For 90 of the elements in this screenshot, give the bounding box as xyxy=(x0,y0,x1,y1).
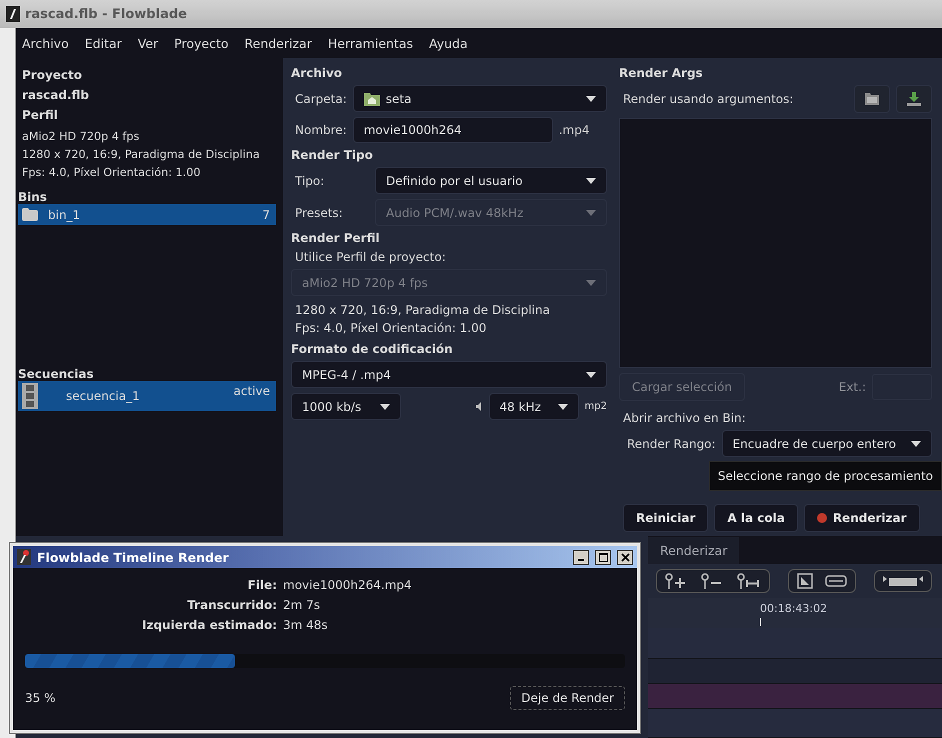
profile-info: 1280 x 720, 16:9, Paradigma de Disciplina xyxy=(22,147,261,163)
info-label: Izquierda estimado: xyxy=(141,617,277,634)
maximize-button[interactable] xyxy=(595,550,611,564)
sequence-item[interactable]: secuencia_1 active xyxy=(18,381,276,411)
folder-icon xyxy=(22,208,38,221)
action-button[interactable]: Renderizar xyxy=(804,504,920,532)
menu-item[interactable]: Ayuda xyxy=(429,36,468,50)
app-icon xyxy=(6,6,20,22)
home-folder-icon xyxy=(364,92,380,106)
menu-item[interactable]: Editar xyxy=(84,36,122,50)
app-icon xyxy=(17,549,31,565)
field-label: Render Rango: xyxy=(626,436,716,450)
caret-icon xyxy=(558,404,568,410)
section-heading: Perfil xyxy=(21,108,59,122)
info-label: Transcurrido: xyxy=(186,597,277,614)
profile-info: Fps: 4.0, Píxel Orientación: 1.00 xyxy=(22,165,202,181)
window-title: rascad.flb - Flowblade xyxy=(25,6,187,22)
caret-icon xyxy=(586,178,596,184)
trim-button-group[interactable] xyxy=(874,570,932,592)
menu-item[interactable]: Herramientas xyxy=(328,36,414,50)
progress-percent: 35 % xyxy=(25,691,56,705)
minimize-icon xyxy=(578,559,584,561)
action-button[interactable]: Reiniciar xyxy=(623,504,708,532)
section-heading: Formato de codificación xyxy=(291,342,454,356)
maximize-icon xyxy=(598,552,608,562)
menu-item[interactable]: Proyecto xyxy=(174,36,229,50)
field-label: Ext.: xyxy=(838,380,866,394)
section-heading: Proyecto xyxy=(21,68,84,82)
bitrate-dropdown[interactable]: 1000 kb/s xyxy=(291,393,401,420)
section-heading: Archivo xyxy=(291,66,344,80)
field-label: Abrir archivo en Bin: xyxy=(622,411,747,425)
range-dropdown[interactable]: Encuadre de cuerpo entero xyxy=(722,430,932,457)
type-dropdown[interactable]: Definido por el usuario xyxy=(375,167,607,194)
file-name-field[interactable]: movie1000h264 xyxy=(352,117,553,143)
field-label: Tipo: xyxy=(294,174,326,188)
speaker-icon xyxy=(476,402,483,411)
panel-tab[interactable]: Renderizar xyxy=(648,537,740,564)
field-label: Render usando argumentos: xyxy=(622,92,794,106)
info-value: 3m 48s xyxy=(283,617,329,634)
close-button[interactable] xyxy=(617,550,633,564)
audio-codec: mp2 xyxy=(584,401,607,412)
audio-rate-dropdown[interactable]: 48 kHz xyxy=(488,393,579,420)
triangle-square-icon xyxy=(797,573,813,589)
folder-button[interactable] xyxy=(854,85,890,113)
marker-range-icon xyxy=(737,573,761,589)
menu-item[interactable]: Archivo xyxy=(22,36,69,50)
caret-icon xyxy=(586,96,596,102)
file-extension: .mp4 xyxy=(558,123,590,137)
profile-info: Fps: 4.0, Píxel Orientación: 1.00 xyxy=(295,320,488,337)
menu-item[interactable]: Renderizar xyxy=(244,36,312,50)
section-heading: Render Perfil xyxy=(291,231,381,245)
folder-dropdown[interactable]: seta xyxy=(352,85,607,112)
section-heading: Render Tipo xyxy=(291,148,374,162)
info-label: File: xyxy=(246,577,277,594)
field-label: Carpeta: xyxy=(294,92,347,106)
save-button[interactable] xyxy=(896,85,932,113)
film-icon xyxy=(22,383,38,409)
stop-render-button[interactable]: Deje de Render xyxy=(510,686,625,710)
action-button[interactable]: A la cola xyxy=(714,504,798,532)
folder-icon xyxy=(865,93,879,105)
section-heading: Secuencias xyxy=(17,367,95,381)
caret-icon xyxy=(586,372,596,378)
info-value: movie1000h264.mp4 xyxy=(283,577,413,594)
section-heading: Bins xyxy=(17,190,48,204)
tooltip: Seleccione rango de procesamiento xyxy=(708,461,942,491)
profile-info: aMio2 HD 720p 4 fps xyxy=(22,129,140,145)
dialog-title: Flowblade Timeline Render xyxy=(37,550,230,564)
caret-icon xyxy=(380,404,390,410)
project-name: rascad.flb xyxy=(21,88,90,102)
caret-icon xyxy=(586,280,596,286)
section-heading: Render Args xyxy=(619,66,704,80)
field-label: Utilice Perfil de proyecto: xyxy=(294,250,447,264)
format-dropdown[interactable]: MPEG-4 / .mp4 xyxy=(291,361,607,388)
marker-button-group[interactable] xyxy=(656,569,770,593)
razor-icon xyxy=(825,575,847,587)
view-button-group[interactable] xyxy=(788,569,856,593)
timecode: 00:18:43:02 xyxy=(760,602,828,615)
bin-item[interactable]: bin_1 7 xyxy=(18,204,276,225)
record-icon xyxy=(816,513,827,523)
field-label: Nombre: xyxy=(294,123,347,137)
close-icon xyxy=(620,552,630,562)
field-label: Presets: xyxy=(294,206,344,220)
info-value: 2m 7s xyxy=(283,597,322,614)
caret-icon xyxy=(586,210,596,216)
profile-info: 1280 x 720, 16:9, Paradigma de Disciplina xyxy=(295,302,551,319)
trim-icon xyxy=(883,574,923,588)
menu-item[interactable]: Ver xyxy=(138,36,158,50)
caret-icon xyxy=(911,440,921,446)
download-icon xyxy=(907,92,921,106)
minimize-button[interactable] xyxy=(573,550,589,564)
